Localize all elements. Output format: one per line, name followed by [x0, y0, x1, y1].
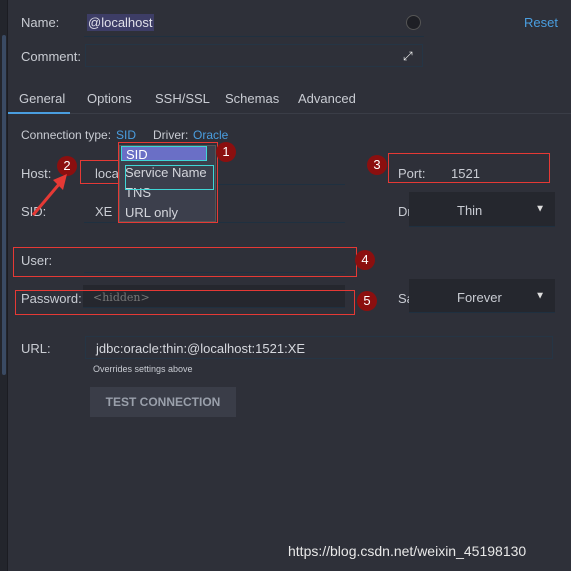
- connection-type-label: Connection type:: [21, 128, 112, 142]
- annotation-box-user: [13, 247, 357, 277]
- driver-value: Thin: [457, 203, 483, 218]
- driver-label-top: Driver:: [153, 128, 189, 142]
- expand-icon[interactable]: ⤢: [403, 49, 413, 64]
- tab-options[interactable]: Options: [87, 91, 132, 106]
- connection-type-link[interactable]: SID: [116, 128, 136, 142]
- tab-schemas[interactable]: Schemas: [225, 91, 279, 106]
- driver-link[interactable]: Oracle: [193, 128, 228, 142]
- annotation-badge-4: 4: [355, 250, 375, 270]
- active-tab-indicator: [8, 112, 70, 114]
- url-hint: Overrides settings above: [93, 364, 193, 374]
- save-value: Forever: [457, 290, 502, 305]
- annotation-box-popup: [118, 142, 218, 223]
- scrollbar[interactable]: [2, 35, 6, 375]
- annotation-arrow-icon: [31, 174, 67, 216]
- reset-link[interactable]: Reset: [524, 15, 558, 30]
- save-select[interactable]: Forever ▼: [409, 279, 555, 313]
- tab-general[interactable]: General: [19, 91, 65, 106]
- annotation-box-password: [15, 290, 355, 315]
- caret-down-icon: ▼: [535, 290, 545, 301]
- comment-label: Comment:: [21, 49, 81, 64]
- caret-down-icon: ▼: [535, 203, 545, 215]
- annotation-box-host: [80, 160, 120, 184]
- url-input[interactable]: jdbc:oracle:thin:@localhost:1521:XE: [85, 336, 553, 359]
- annotation-badge-3: 3: [367, 155, 387, 175]
- annotation-badge-1: 1: [216, 142, 236, 162]
- url-value: jdbc:oracle:thin:@localhost:1521:XE: [96, 341, 306, 356]
- tab-advanced[interactable]: Advanced: [298, 91, 356, 106]
- annotation-box-port: [388, 153, 550, 183]
- url-label: URL:: [21, 341, 51, 356]
- sid-input[interactable]: XE: [95, 204, 112, 219]
- test-connection-button[interactable]: TEST CONNECTION: [90, 387, 236, 417]
- annotation-badge-5: 5: [357, 291, 377, 311]
- watermark: https://blog.csdn.net/weixin_45198130: [288, 543, 527, 559]
- tab-ssh-ssl[interactable]: SSH/SSL: [155, 91, 210, 106]
- name-label: Name:: [21, 15, 60, 30]
- comment-input[interactable]: [85, 44, 423, 67]
- name-input[interactable]: @localhost: [87, 14, 154, 31]
- left-panel-edge: [0, 0, 8, 571]
- driver-select[interactable]: Thin ▼: [409, 192, 555, 227]
- color-circle-button[interactable]: [406, 15, 421, 30]
